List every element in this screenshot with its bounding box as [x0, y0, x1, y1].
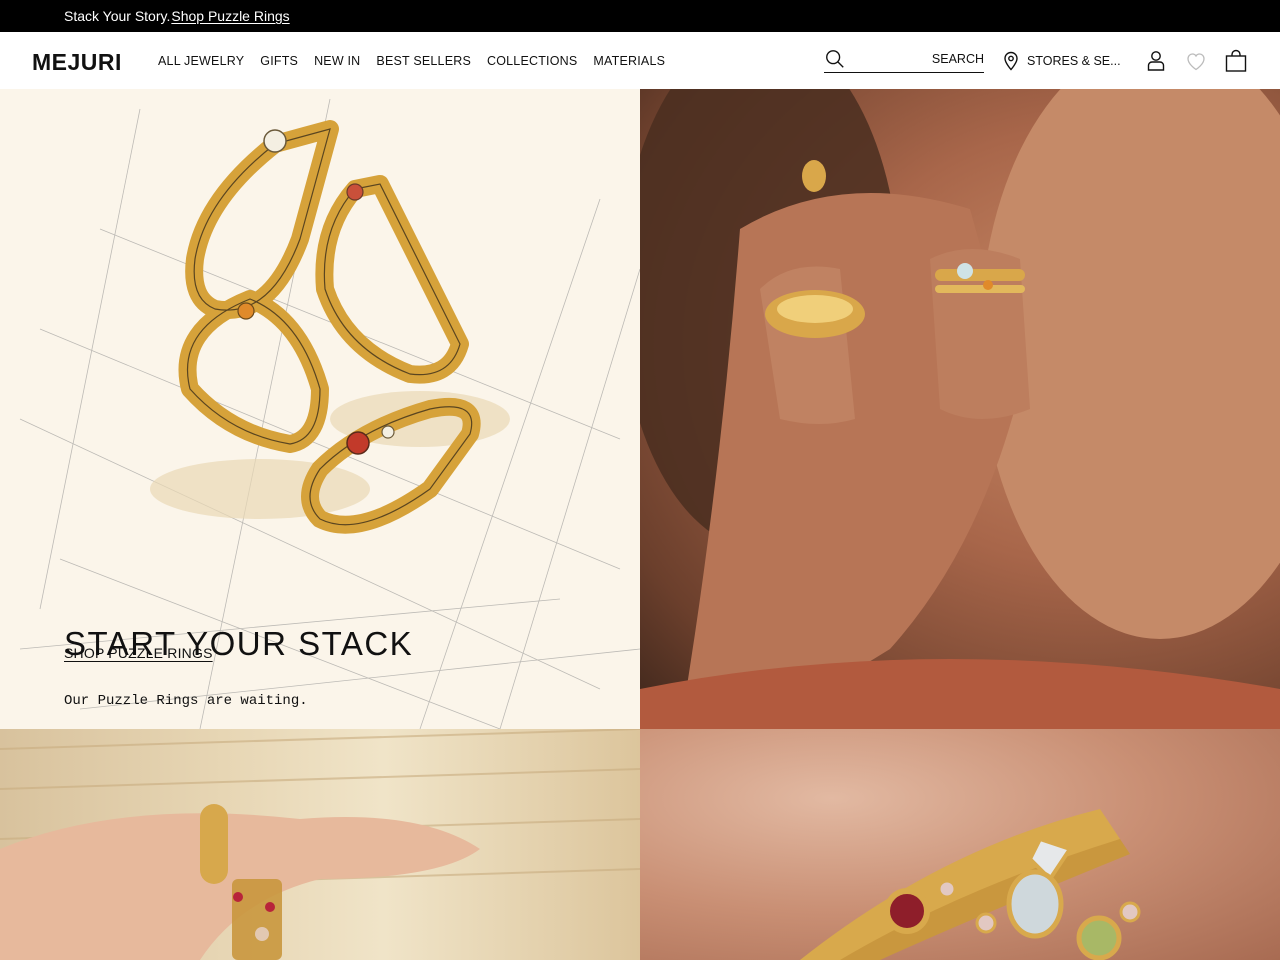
hero-subtitle: Our Puzzle Rings are waiting.: [64, 693, 308, 709]
search-bar[interactable]: [824, 46, 984, 73]
search-icon[interactable]: [824, 48, 846, 70]
bag-icon[interactable]: [1224, 49, 1248, 73]
photo-hair-rings[interactable]: [0, 729, 640, 960]
hero-sketch-tile[interactable]: START YOUR STACK Our Puzzle Rings are wa…: [0, 89, 640, 729]
hero-copy: START YOUR STACK Our Puzzle Rings are wa…: [64, 625, 413, 709]
stores-link[interactable]: STORES & SE...: [1003, 51, 1121, 71]
hero-photo-face[interactable]: [640, 89, 1280, 729]
location-pin-icon: [1004, 51, 1018, 71]
shop-puzzle-rings-button[interactable]: SHOP PUZZLE RINGS: [64, 645, 213, 661]
announcement-link[interactable]: Shop Puzzle Rings: [171, 8, 289, 24]
model-hand-photo: [640, 89, 1280, 729]
announcement-text: Stack Your Story.: [64, 8, 171, 24]
heart-icon[interactable]: [1184, 49, 1208, 73]
site-header: MEJURI ALL JEWELRY GIFTS NEW IN BEST SEL…: [0, 32, 1280, 89]
announcement-bar: Stack Your Story. Shop Puzzle Rings: [0, 0, 1280, 32]
hand-in-hair-photo: [0, 729, 640, 960]
photo-wrist-rings[interactable]: [640, 729, 1280, 960]
logo[interactable]: MEJURI: [32, 49, 122, 76]
search-input[interactable]: [914, 52, 984, 66]
nav-item-collections[interactable]: COLLECTIONS: [487, 54, 577, 68]
nav-item-materials[interactable]: MATERIALS: [593, 54, 665, 68]
account-icon[interactable]: [1144, 49, 1168, 73]
nav-item-gifts[interactable]: GIFTS: [260, 54, 298, 68]
nav-item-all-jewelry[interactable]: ALL JEWELRY: [158, 54, 244, 68]
stores-label: STORES & SE...: [1027, 54, 1121, 68]
stacked-rings-closeup-photo: [800, 809, 1141, 960]
main-nav: ALL JEWELRY GIFTS NEW IN BEST SELLERS CO…: [158, 54, 665, 68]
nav-item-new-in[interactable]: NEW IN: [314, 54, 360, 68]
nav-item-best-sellers[interactable]: BEST SELLERS: [376, 54, 471, 68]
